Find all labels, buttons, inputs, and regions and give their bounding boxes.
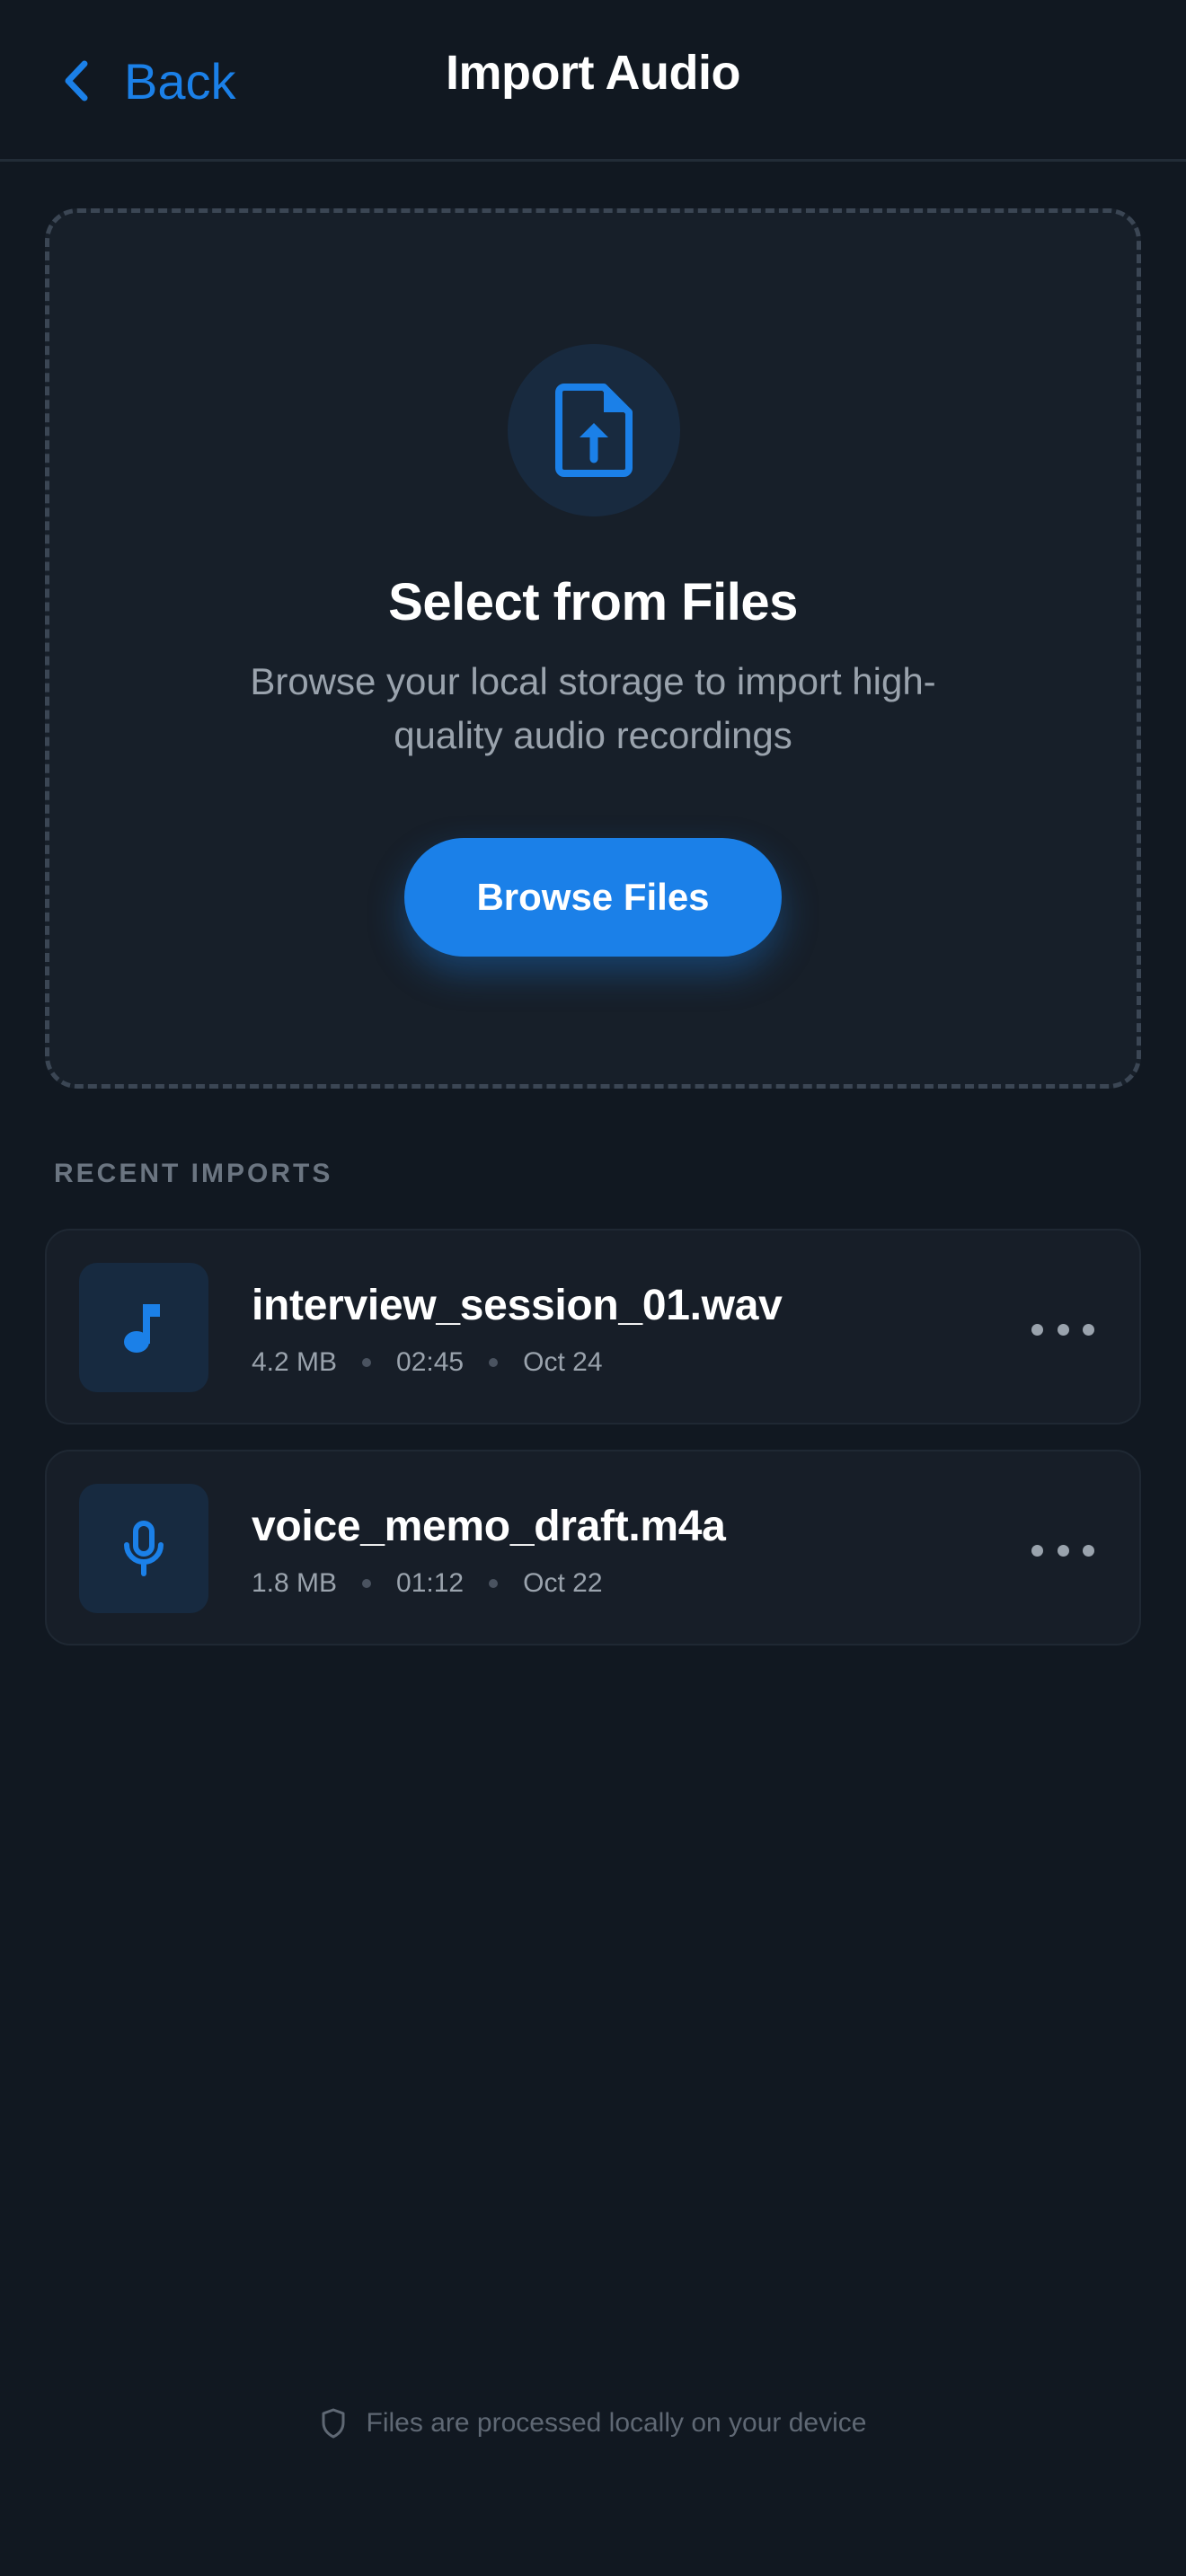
file-size: 1.8 MB xyxy=(252,1568,338,1598)
privacy-note: Files are processed locally on your devi… xyxy=(0,2407,1186,2439)
file-size: 4.2 MB xyxy=(252,1347,338,1377)
file-type-icon-box xyxy=(79,1263,208,1392)
file-drop-zone[interactable]: Select from Files Browse your local stor… xyxy=(45,208,1141,1089)
page-title: Import Audio xyxy=(446,46,740,100)
more-dot xyxy=(1083,1323,1094,1336)
browse-files-button[interactable]: Browse Files xyxy=(404,838,782,957)
microphone-icon xyxy=(124,1521,164,1576)
separator-dot xyxy=(489,1358,499,1367)
more-options-button[interactable] xyxy=(1031,1523,1094,1577)
file-duration: 01:12 xyxy=(396,1568,465,1598)
file-date: Oct 24 xyxy=(523,1347,603,1377)
recent-file-item[interactable]: voice_memo_draft.m4a 1.8 MB 01:12 Oct 22 xyxy=(45,1450,1141,1645)
more-dot xyxy=(1083,1544,1094,1557)
file-date: Oct 22 xyxy=(523,1568,603,1598)
header: Back Import Audio xyxy=(0,0,1186,162)
dropzone-title: Select from Files xyxy=(388,573,798,631)
file-upload-icon xyxy=(555,384,633,477)
file-name: interview_session_01.wav xyxy=(252,1282,783,1329)
more-dot xyxy=(1031,1544,1043,1557)
dropzone-subtitle: Browse your local storage to import high… xyxy=(250,660,936,756)
upload-icon-circle xyxy=(508,344,680,516)
shield-icon xyxy=(322,2408,345,2439)
file-meta: 1.8 MB 01:12 Oct 22 xyxy=(252,1568,603,1599)
file-type-icon-box xyxy=(79,1484,208,1613)
more-dot xyxy=(1057,1544,1069,1557)
file-meta: 4.2 MB 02:45 Oct 24 xyxy=(252,1347,603,1378)
file-name: voice_memo_draft.m4a xyxy=(252,1503,726,1550)
separator-dot xyxy=(362,1358,372,1367)
recent-file-item[interactable]: interview_session_01.wav 4.2 MB 02:45 Oc… xyxy=(45,1229,1141,1425)
music-note-icon xyxy=(124,1304,160,1353)
separator-dot xyxy=(489,1579,499,1588)
section-label-recent-imports: RECENT IMPORTS xyxy=(54,1159,333,1188)
separator-dot xyxy=(362,1579,372,1588)
more-options-button[interactable] xyxy=(1031,1302,1094,1356)
more-dot xyxy=(1031,1323,1043,1336)
file-duration: 02:45 xyxy=(396,1347,465,1377)
privacy-note-text: Files are processed locally on your devi… xyxy=(366,2408,867,2438)
more-dot xyxy=(1057,1323,1069,1336)
